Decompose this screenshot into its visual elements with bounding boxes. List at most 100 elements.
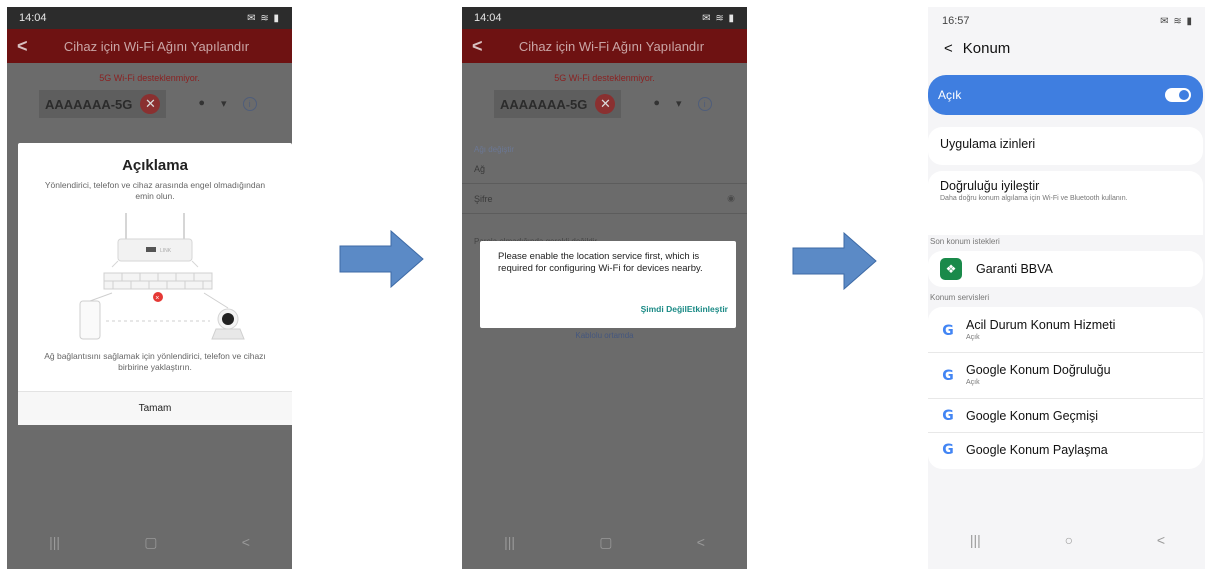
google-g-icon: G (942, 322, 954, 339)
dialog-title: Açıklama (122, 157, 188, 174)
page-title: Konum (962, 40, 1011, 57)
location-toggle[interactable] (1165, 88, 1191, 102)
back-icon[interactable]: < (242, 534, 250, 550)
service-title: Acil Durum Konum Hizmeti (966, 318, 1116, 333)
location-services-list: G Acil Durum Konum Hizmeti Açık G Google… (928, 307, 1203, 469)
wifi-icon: ▾ (221, 98, 227, 110)
status-icons: ✉ ≋ ▮ (1160, 15, 1193, 27)
ssid-field[interactable]: AAAAAAA-5G ✕ (39, 90, 167, 118)
app-header: < Cihaz için Wi-Fi Ağını Yapılandır (7, 29, 292, 63)
phone-screen-2: 14:04 ✉ ≋ ▮ < Cihaz için Wi-Fi Ağını Yap… (462, 7, 747, 569)
toggle-label: Açık (938, 88, 962, 102)
router-label: LINK (160, 248, 172, 254)
password-label: Şifre (474, 193, 493, 204)
back-arrow-icon[interactable]: < (944, 40, 953, 57)
explanation-dialog: Açıklama Yönlendirici, telefon ve cihaz … (18, 143, 292, 425)
network-row[interactable]: Ağ (462, 154, 747, 184)
status-time: 14:04 (474, 12, 502, 24)
page-header: < Konum (944, 40, 1010, 57)
info-icon[interactable]: i (697, 97, 712, 111)
back-arrow-icon[interactable]: < (472, 36, 483, 57)
dialog-desc-top: Yönlendirici, telefon ve cihaz arasında … (44, 180, 266, 202)
google-g-icon: G (942, 367, 954, 384)
ssid-value: AAAAAAA-5G (45, 96, 133, 112)
google-g-icon: G (942, 407, 954, 424)
service-item[interactable]: G Google Konum Geçmişi (928, 399, 1203, 433)
status-time: 16:57 (942, 15, 970, 27)
service-item[interactable]: G Google Konum Paylaşma (928, 433, 1203, 467)
router-phone-camera-illustration: LINK × (79, 213, 245, 340)
service-subtitle: Açık (966, 379, 980, 387)
service-item[interactable]: G Google Konum Doğruluğu Açık (928, 353, 1203, 399)
home-icon[interactable]: ○ (1065, 532, 1073, 548)
flow-arrow-2 (792, 232, 877, 290)
recents-icon[interactable]: ||| (970, 532, 981, 548)
nav-bar: ||| ▢ < (7, 527, 292, 557)
partial-link: Kablolu ortamda (575, 331, 634, 340)
flow-arrow-1 (339, 230, 424, 288)
back-icon[interactable]: < (697, 534, 705, 550)
improve-accuracy-item[interactable]: Doğruluğu iyileştir Daha doğru konum alg… (928, 171, 1203, 235)
dialog-desc-bottom: Ağ bağlantısını sağlamak için yönlendiri… (44, 351, 266, 373)
back-arrow-icon[interactable]: < (17, 36, 28, 57)
recent-app-item[interactable]: ❖ Garanti BBVA (928, 251, 1203, 287)
enable-button[interactable]: Etkinleştir (687, 304, 728, 314)
recent-app-name: Garanti BBVA (976, 262, 1053, 276)
recent-requests-header: Son konum istekleri (930, 237, 1000, 246)
app-header: < Cihaz için Wi-Fi Ağını Yapılandır (462, 29, 747, 63)
header-title: Cihaz için Wi-Fi Ağını Yapılandır (63, 38, 250, 54)
recents-icon[interactable]: ||| (504, 534, 515, 550)
clear-icon[interactable]: ✕ (140, 94, 161, 114)
ssid-icons: ● ▾ i (198, 97, 257, 111)
location-toggle-row[interactable]: Açık (928, 75, 1203, 115)
stage: 14:04 ✉ ≋ ▮ < Cihaz için Wi-Fi Ağını Yap… (0, 0, 1205, 569)
app-permissions-item[interactable]: Uygulama izinleri (928, 127, 1203, 165)
5g-warning: 5G Wi-Fi desteklenmiyor. (99, 73, 200, 83)
service-title: Google Konum Doğruluğu (966, 363, 1111, 378)
status-bar: 14:04 ✉ ≋ ▮ (462, 7, 747, 29)
clear-icon[interactable]: ✕ (595, 94, 616, 114)
info-icon[interactable]: i (242, 97, 257, 111)
phone-screen-1: 14:04 ✉ ≋ ▮ < Cihaz için Wi-Fi Ağını Yap… (7, 7, 292, 569)
status-icons: ✉ ≋ ▮ (247, 12, 280, 24)
header-title: Cihaz için Wi-Fi Ağını Yapılandır (518, 38, 705, 54)
service-title: Google Konum Geçmişi (966, 408, 1099, 423)
eye-icon[interactable]: ◉ (727, 193, 735, 204)
location-services-header: Konum servisleri (930, 293, 990, 302)
ssid-row: AAAAAAA-5G ✕ ● ▾ i (39, 90, 257, 118)
location-dialog: Please enable the location service first… (480, 241, 736, 328)
password-row[interactable]: Şifre ◉ (462, 184, 747, 214)
recents-icon[interactable]: ||| (49, 534, 60, 550)
status-bar: 14:04 ✉ ≋ ▮ (7, 7, 292, 29)
5g-warning: 5G Wi-Fi desteklenmiyor. (554, 73, 655, 83)
ssid-field[interactable]: AAAAAAA-5G ✕ (494, 90, 622, 118)
ssid-icons: ● ▾ i (653, 97, 712, 111)
garanti-app-icon: ❖ (940, 258, 962, 280)
service-subtitle: Açık (966, 334, 980, 342)
service-title: Google Konum Paylaşma (966, 443, 1108, 457)
network-label: Ağ (474, 163, 486, 174)
status-time: 14:04 (19, 12, 47, 24)
not-now-button[interactable]: Şimdi Değil (641, 304, 687, 314)
accuracy-subtitle: Daha doğru konum algılama için Wi-Fi ve … (940, 195, 1128, 202)
change-network-link[interactable]: Ağı değiştir (462, 135, 747, 154)
back-icon[interactable]: < (1157, 532, 1165, 548)
ssid-row: AAAAAAA-5G ✕ ● ▾ i (494, 90, 712, 118)
accuracy-title: Doğruluğu iyileştir (940, 179, 1040, 193)
nav-bar: ||| ▢ < (462, 527, 747, 557)
google-g-icon: G (942, 442, 954, 458)
lock-icon: ● (653, 97, 661, 109)
home-icon[interactable]: ▢ (599, 534, 612, 551)
service-item[interactable]: G Acil Durum Konum Hizmeti Açık (928, 309, 1203, 353)
wifi-form: Ağı değiştir Ağ Şifre ◉ (462, 135, 747, 214)
dialog-actions: Şimdi Değil Etkinleştir (641, 304, 728, 314)
nav-bar: ||| ○ < (928, 525, 1205, 555)
status-icons: ✉ ≋ ▮ (702, 12, 735, 24)
wifi-icon: ▾ (676, 98, 682, 110)
status-bar: 16:57 ✉ ≋ ▮ (928, 10, 1205, 32)
home-icon[interactable]: ▢ (144, 534, 157, 551)
ok-button[interactable]: Tamam (18, 391, 292, 425)
lock-icon: ● (198, 97, 206, 109)
svg-text:×: × (155, 295, 159, 302)
app-permissions-label: Uygulama izinleri (940, 137, 1036, 151)
